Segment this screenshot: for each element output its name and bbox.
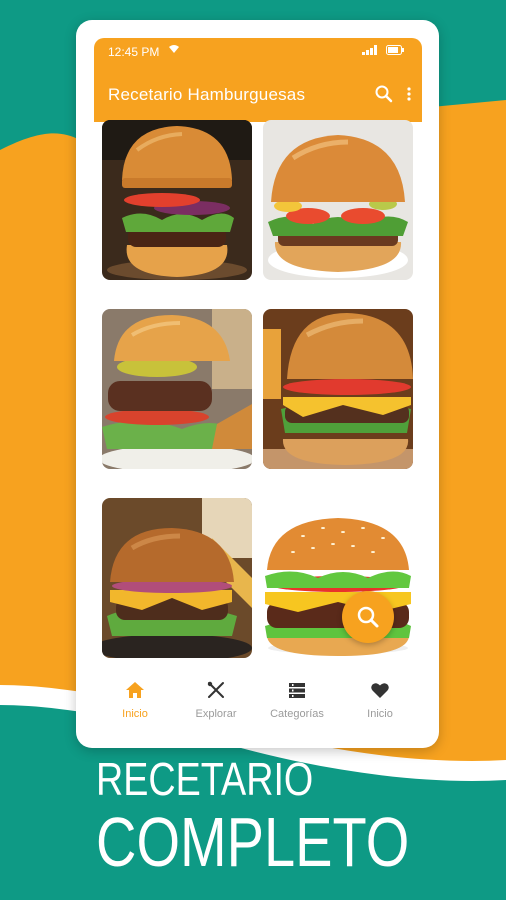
battery-icon	[386, 45, 404, 55]
burger-card[interactable]	[102, 309, 252, 469]
home-icon	[126, 682, 144, 698]
nav-label: Categorías	[270, 708, 324, 720]
burger-photo-2	[263, 120, 413, 280]
nav-item-explorar[interactable]: Explorar	[171, 670, 261, 730]
heart-icon	[371, 683, 389, 698]
status-time: 12:45 PM	[108, 45, 160, 59]
wifi-icon	[169, 45, 179, 53]
burger-card[interactable]	[263, 498, 413, 658]
burger-card[interactable]	[102, 498, 252, 658]
burger-photo-6	[263, 498, 413, 658]
burger-card[interactable]	[263, 309, 413, 469]
burger-photo-4	[263, 309, 413, 469]
nav-item-inicio[interactable]: Inicio	[90, 670, 180, 730]
fab-search-button[interactable]	[342, 591, 394, 643]
app-bar: 12:45 PM Recetario Hamburguesas	[94, 38, 422, 122]
more-vert-icon[interactable]	[402, 84, 416, 104]
search-icon[interactable]	[374, 84, 394, 104]
promo-line-2: COMPLETO	[96, 803, 410, 881]
phone-frame: 12:45 PM Recetario Hamburguesas Inicio E…	[76, 20, 439, 748]
burger-card[interactable]	[263, 120, 413, 280]
nav-label: Explorar	[195, 708, 237, 720]
list-icon	[289, 683, 305, 698]
search-icon	[357, 606, 379, 628]
signal-icon	[362, 45, 377, 55]
utensils-icon	[207, 681, 224, 698]
burger-photo-3	[102, 309, 252, 469]
app-title: Recetario Hamburguesas	[108, 85, 306, 104]
bottom-navigation: Inicio Explorar Categorías Inicio	[76, 670, 439, 740]
nav-label: Inicio	[367, 708, 393, 720]
status-bar: 12:45 PM	[94, 38, 422, 64]
nav-item-categorias[interactable]: Categorías	[252, 670, 342, 730]
promo-line-1: RECETARIO	[96, 753, 314, 805]
nav-label: Inicio	[122, 708, 148, 720]
nav-item-favoritos[interactable]: Inicio	[335, 670, 425, 730]
burger-photo-1	[102, 120, 252, 280]
burger-card[interactable]	[102, 120, 252, 280]
burger-photo-5	[102, 498, 252, 658]
